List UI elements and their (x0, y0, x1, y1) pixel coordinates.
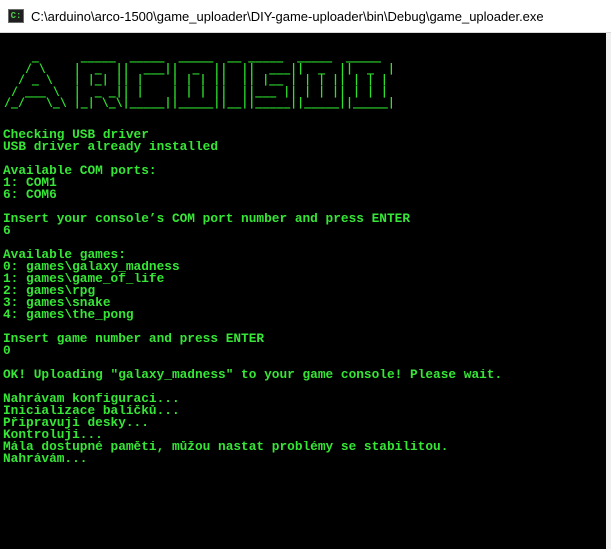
console-app-icon-glyph: C: (10, 10, 22, 21)
console-app-icon[interactable]: C: (8, 9, 24, 23)
console-line: 1: COM1 (3, 177, 57, 189)
title-bar[interactable]: C: C:\arduino\arco-1500\game_uploader\DI… (0, 0, 611, 33)
console-line: 2: games\rpg (3, 285, 96, 297)
console-line: Available COM ports: (3, 165, 157, 177)
console-line: Inicializace balíčků... (3, 405, 180, 417)
console-line: Kontroluji... (3, 429, 103, 441)
console-line: Připravuji desky... (3, 417, 149, 429)
console-line: 1: games\game_of_life (3, 273, 165, 285)
console-line: 6: COM6 (3, 189, 57, 201)
console-line: Insert your console’s COM port number an… (3, 213, 411, 225)
ascii-art-banner: _ _____ _____ _____ __ _____ _____ _____… (4, 50, 395, 110)
console-line: 6 (3, 225, 11, 237)
console-line: Insert game number and press ENTER (3, 333, 265, 345)
console-line: Checking USB driver (3, 129, 149, 141)
console-line: Nahrávam konfiguraci... (3, 393, 180, 405)
console-output-area[interactable]: _ _____ _____ _____ __ _____ _____ _____… (0, 33, 606, 549)
console-line: Available games: (3, 249, 126, 261)
ascii-banner-line: /_/ \_\ |_| \_\|_____||_____||__||_____|… (4, 95, 395, 110)
window-title: C:\arduino\arco-1500\game_uploader\DIY-g… (31, 8, 544, 24)
window-right-edge (606, 33, 611, 549)
console-output-text: Checking USB driver USB driver already in… (3, 129, 603, 465)
console-line: 4: games\the_pong (3, 309, 134, 321)
console-line: 0 (3, 345, 11, 357)
console-line: OK! Uploading "galaxy_madness" to your g… (3, 369, 503, 381)
console-line: Nahrávám... (3, 453, 88, 465)
console-line: 3: games\snake (3, 297, 111, 309)
console-line: 0: games\galaxy_madness (3, 261, 180, 273)
console-line: Mála dostupné paměti, můžou nastat probl… (3, 441, 449, 453)
console-line: USB driver already installed (3, 141, 219, 153)
